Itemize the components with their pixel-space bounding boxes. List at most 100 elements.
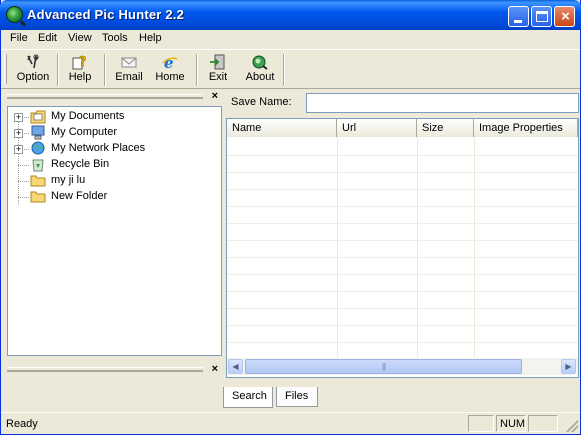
option-button[interactable]: Option [14, 52, 52, 88]
tree-item-label: my ji lu [51, 174, 86, 186]
close-button[interactable]: × [554, 6, 575, 27]
home-button[interactable]: e Home [153, 52, 187, 88]
folder-icon [30, 191, 46, 203]
scroll-left-icon[interactable]: ◀ [228, 359, 243, 374]
expand-icon[interactable]: + [14, 129, 23, 138]
list-header: Name Url Size Image Properties [227, 119, 578, 137]
exit-icon [210, 54, 225, 70]
column-header-size[interactable]: Size [417, 119, 474, 137]
toolbar-separator [104, 54, 106, 86]
network-globe-icon [31, 141, 45, 155]
menu-edit[interactable]: Edit [38, 32, 57, 44]
horizontal-scrollbar[interactable]: ◀ ||| ▶ [227, 358, 578, 375]
tree-line [24, 133, 29, 134]
grid-line [474, 137, 475, 357]
tree-item-label: My Computer [51, 126, 118, 138]
grid-line [227, 189, 578, 190]
tree-item-my-documents[interactable]: + My Documents [8, 109, 208, 125]
tree-item-my-computer[interactable]: + My Computer [8, 125, 208, 141]
grid-line [227, 240, 578, 241]
app-window: Advanced Pic Hunter 2.2 × File Edit View… [0, 0, 581, 435]
tree-item-recycle-bin[interactable]: Recycle Bin [8, 157, 208, 173]
about-icon [252, 55, 268, 70]
bottom-pane-close-icon[interactable]: × [212, 363, 218, 375]
status-bar: Ready NUM [1, 412, 580, 434]
folder-pane-close-icon[interactable]: × [212, 90, 218, 102]
tree-item-label: My Documents [51, 110, 125, 122]
menu-file[interactable]: File [10, 32, 28, 44]
tree-line [18, 165, 29, 166]
computer-icon [31, 125, 45, 140]
menu-view[interactable]: View [68, 32, 92, 44]
status-panel-scroll [528, 415, 558, 432]
home-label: Home [155, 71, 185, 83]
column-header-name[interactable]: Name [227, 119, 337, 137]
toolbar: Option ? Help Email e Home Exit About [1, 49, 580, 89]
column-header-url[interactable]: Url [337, 119, 417, 137]
folder-icon [30, 175, 46, 187]
grid-line [227, 274, 578, 275]
grid-line [227, 206, 578, 207]
grid-line [417, 137, 418, 357]
svg-text:?: ? [79, 55, 87, 70]
about-label: About [245, 71, 275, 83]
tab-files[interactable]: Files [276, 387, 318, 407]
resize-grip-icon[interactable] [566, 420, 578, 432]
email-icon [121, 57, 137, 68]
grid-line [227, 291, 578, 292]
menu-help[interactable]: Help [139, 32, 162, 44]
scroll-right-icon[interactable]: ▶ [561, 359, 576, 374]
tree-line [18, 181, 29, 182]
exit-label: Exit [208, 71, 228, 83]
tree-item-label: My Network Places [51, 142, 146, 154]
title-bar[interactable]: Advanced Pic Hunter 2.2 × [0, 0, 581, 30]
toolbar-grip[interactable] [4, 54, 7, 84]
tools-icon [27, 54, 39, 69]
status-panel-caps [468, 415, 494, 432]
tree-line [18, 197, 29, 198]
tree-line [24, 149, 29, 150]
tree-item-my-ji-lu[interactable]: my ji lu [8, 173, 208, 189]
tab-search[interactable]: Search [223, 387, 273, 408]
results-pane: Save Name: Name Url Size Image Propertie… [223, 90, 579, 408]
menu-tools[interactable]: Tools [102, 32, 128, 44]
exit-button[interactable]: Exit [204, 52, 232, 88]
scrollbar-thumb[interactable]: ||| [245, 359, 522, 374]
maximize-button[interactable] [531, 6, 552, 27]
grid-line [337, 137, 338, 357]
minimize-button[interactable] [508, 6, 529, 27]
expand-icon[interactable]: + [14, 145, 23, 154]
status-panel-num: NUM [496, 415, 526, 432]
tree-line [24, 117, 29, 118]
folder-pane-header[interactable]: × [5, 90, 221, 104]
tree-item-new-folder[interactable]: New Folder [8, 189, 208, 205]
menu-bar: File Edit View Tools Help [1, 30, 580, 48]
about-button[interactable]: About [242, 52, 278, 88]
ie-icon: e [162, 54, 178, 70]
expand-icon[interactable]: + [14, 113, 23, 122]
results-list[interactable]: Name Url Size Image Properties ◀ ||| ▶ [226, 118, 579, 378]
documents-folder-icon [30, 110, 46, 124]
folder-tree[interactable]: + My Documents + My Computer + My Networ… [7, 106, 222, 356]
option-label: Option [16, 71, 50, 83]
save-name-input[interactable] [306, 93, 579, 113]
tree-item-label: Recycle Bin [51, 158, 110, 170]
column-header-image-properties[interactable]: Image Properties [474, 119, 578, 137]
pane-grip[interactable] [7, 94, 203, 99]
help-button[interactable]: ? Help [64, 52, 96, 88]
bottom-pane-header[interactable]: × [5, 363, 221, 377]
pane-grip[interactable] [7, 367, 203, 372]
grid-line [227, 223, 578, 224]
help-icon: ? [72, 55, 87, 70]
app-icon[interactable] [6, 6, 23, 23]
window-title: Advanced Pic Hunter 2.2 [27, 7, 185, 22]
save-name-label: Save Name: [231, 96, 292, 108]
bottom-pane: × [5, 358, 221, 382]
grid-line [227, 172, 578, 173]
email-button[interactable]: Email [112, 52, 146, 88]
tree-item-my-network-places[interactable]: + My Network Places [8, 141, 208, 157]
grid-line [227, 257, 578, 258]
email-label: Email [115, 71, 143, 83]
help-label: Help [68, 71, 92, 83]
tab-strip: Search Files [223, 387, 579, 408]
